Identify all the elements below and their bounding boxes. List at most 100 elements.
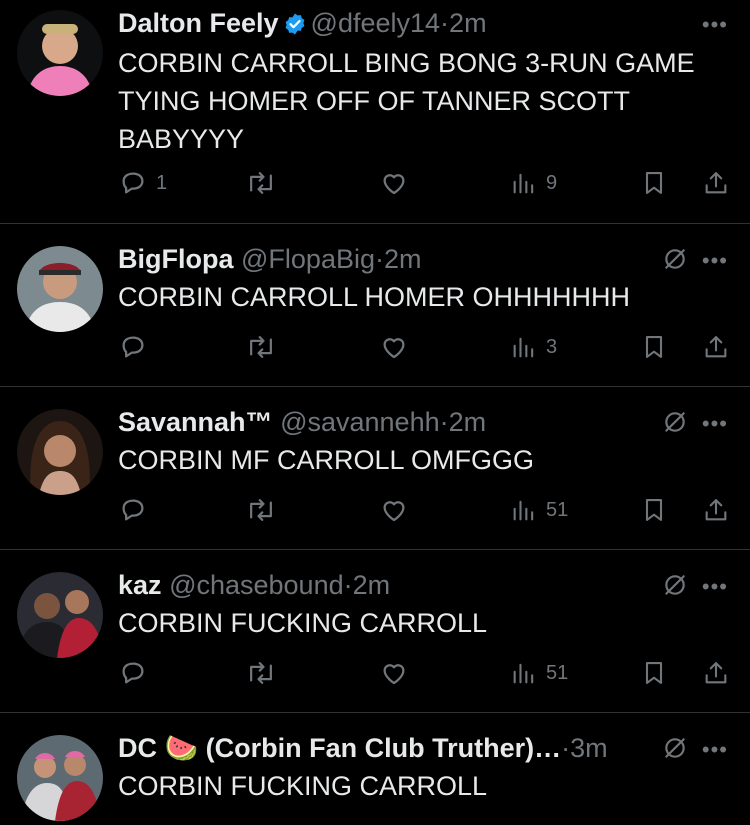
tweet-header: Dalton Feely @dfeely14·2m: [118, 8, 640, 42]
reply-icon: [118, 332, 148, 362]
share-icon: [702, 658, 730, 688]
display-name[interactable]: BigFlopa: [118, 244, 234, 274]
handle[interactable]: @chasebound: [169, 570, 344, 600]
timestamp[interactable]: 3m: [570, 733, 608, 763]
retweet-icon: [245, 658, 277, 688]
display-name[interactable]: kaz: [118, 570, 162, 600]
views-count: 51: [546, 498, 569, 521]
tweet[interactable]: Dalton Feely @dfeely14·2m ••• CORBIN CARR…: [0, 0, 750, 224]
avatar[interactable]: [17, 10, 103, 96]
views-count: 9: [546, 171, 558, 194]
handle[interactable]: @FlopaBig: [241, 244, 375, 274]
share-icon: [702, 495, 730, 525]
grok-icon[interactable]: [662, 246, 688, 277]
timestamp[interactable]: 2m: [384, 244, 422, 274]
like-button[interactable]: [378, 658, 410, 688]
display-name[interactable]: Savannah™: [118, 407, 273, 437]
avatar[interactable]: [17, 735, 103, 821]
retweet-icon: [245, 332, 277, 362]
grok-icon[interactable]: [662, 735, 688, 766]
views-count: 3: [546, 335, 558, 358]
more-icon[interactable]: •••: [702, 12, 728, 38]
reply-button[interactable]: [118, 658, 156, 688]
views-button[interactable]: 3: [510, 332, 557, 362]
retweet-button[interactable]: [245, 495, 277, 525]
bookmark-icon: [640, 658, 668, 688]
tweet-header: DC 🍉 (Corbin Fan Club Truther)…·3m: [118, 733, 630, 763]
more-icon[interactable]: •••: [702, 411, 728, 437]
separator: ·: [561, 733, 571, 763]
views-icon: [510, 495, 538, 525]
timestamp[interactable]: 2m: [449, 407, 487, 437]
share-button[interactable]: [702, 658, 730, 688]
tweet-text: CORBIN MF CARROLL OMFGGG: [118, 445, 535, 475]
handle[interactable]: @dfeely14: [311, 8, 441, 38]
reply-icon: [118, 495, 148, 525]
tweet-header: kaz @chasebound·2m: [118, 570, 640, 600]
share-icon: [702, 332, 730, 362]
reply-icon: [118, 658, 148, 688]
bookmark-icon: [640, 332, 668, 362]
retweet-button[interactable]: [245, 658, 277, 688]
tweet[interactable]: BigFlopa @FlopaBig·2m ••• CORBIN CARROLL…: [0, 224, 750, 387]
tweet-actions: 51: [118, 495, 730, 529]
views-button[interactable]: 9: [510, 168, 557, 198]
handle[interactable]: @savannehh: [280, 407, 440, 437]
tweet[interactable]: DC 🍉 (Corbin Fan Club Truther)…·3m ••• C…: [0, 713, 750, 823]
like-button[interactable]: [378, 332, 410, 362]
like-icon: [378, 495, 410, 525]
tweet-text: CORBIN CARROLL BING BONG 3-RUN GAME TYIN…: [118, 48, 695, 154]
bookmark-icon: [640, 168, 668, 198]
tweet-text: CORBIN FUCKING CARROLL: [118, 608, 488, 638]
share-button[interactable]: [702, 332, 730, 362]
tweet[interactable]: kaz @chasebound·2m ••• CORBIN FUCKING CA…: [0, 550, 750, 713]
bookmark-button[interactable]: [640, 495, 668, 525]
separator: ·: [343, 570, 353, 600]
more-icon[interactable]: •••: [702, 737, 728, 763]
reply-button[interactable]: 1: [118, 168, 167, 198]
more-icon[interactable]: •••: [702, 574, 728, 600]
reply-button[interactable]: [118, 332, 156, 362]
tweet-text: CORBIN CARROLL HOMER OHHHHHHH: [118, 282, 631, 312]
share-button[interactable]: [702, 495, 730, 525]
retweet-button[interactable]: [245, 168, 277, 198]
views-button[interactable]: 51: [510, 658, 568, 688]
verified-badge-icon: [283, 12, 307, 42]
share-button[interactable]: [702, 168, 730, 198]
like-button[interactable]: [378, 495, 410, 525]
views-count: 51: [546, 661, 569, 684]
tweet-header: BigFlopa @FlopaBig·2m: [118, 244, 640, 274]
like-icon: [378, 168, 410, 198]
retweet-icon: [245, 495, 277, 525]
timestamp[interactable]: 2m: [449, 8, 487, 38]
reply-icon: [118, 168, 148, 198]
tweet-actions: 1 9: [118, 168, 730, 202]
tweet-header: Savannah™ @savannehh·2m: [118, 407, 640, 437]
grok-icon[interactable]: [662, 572, 688, 603]
grok-icon[interactable]: [662, 409, 688, 440]
display-name[interactable]: Dalton Feely: [118, 8, 279, 38]
avatar[interactable]: [17, 572, 103, 658]
separator: ·: [439, 407, 449, 437]
like-button[interactable]: [378, 168, 410, 198]
like-icon: [378, 332, 410, 362]
like-icon: [378, 658, 410, 688]
reply-count: 1: [156, 171, 168, 194]
bookmark-button[interactable]: [640, 168, 668, 198]
retweet-button[interactable]: [245, 332, 277, 362]
timeline-feed: Dalton Feely @dfeely14·2m ••• CORBIN CARR…: [0, 0, 750, 823]
views-icon: [510, 332, 538, 362]
avatar[interactable]: [17, 409, 103, 495]
timestamp[interactable]: 2m: [353, 570, 391, 600]
bookmark-button[interactable]: [640, 658, 668, 688]
separator: ·: [440, 8, 450, 38]
display-name[interactable]: DC 🍉 (Corbin Fan Club Truther)…: [118, 733, 561, 763]
retweet-icon: [245, 168, 277, 198]
views-button[interactable]: 51: [510, 495, 568, 525]
reply-button[interactable]: [118, 495, 156, 525]
tweet-text: CORBIN FUCKING CARROLL: [118, 771, 488, 801]
tweet[interactable]: Savannah™ @savannehh·2m ••• CORBIN MF CA…: [0, 387, 750, 550]
bookmark-button[interactable]: [640, 332, 668, 362]
more-icon[interactable]: •••: [702, 248, 728, 274]
avatar[interactable]: [17, 246, 103, 332]
